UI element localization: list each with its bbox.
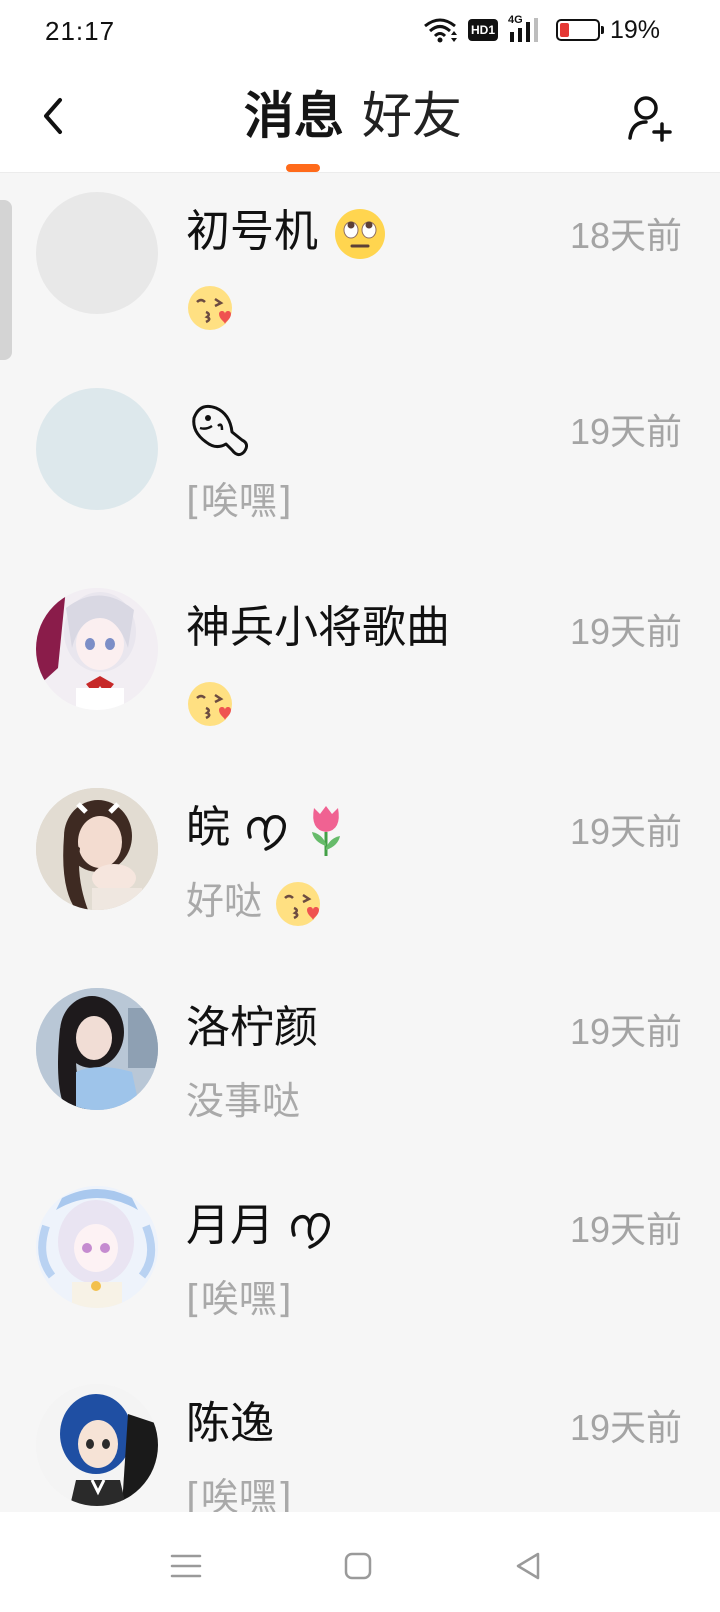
chat-name-text: 皖 — [186, 802, 230, 853]
chat-name-text: 初号机 — [186, 206, 318, 257]
battery-icon — [556, 19, 604, 41]
chat-name: 洛柠颜 — [186, 998, 318, 1058]
chat-time: 18天前 — [569, 215, 682, 256]
scrollbar-thumb[interactable] — [0, 200, 12, 360]
avatar — [36, 388, 158, 510]
girl-photo-avatar-image — [36, 988, 158, 1110]
chevron-left-icon[interactable] — [34, 92, 74, 140]
chat-name-text: 洛柠颜 — [186, 1002, 318, 1053]
chat-name: 皖 — [186, 798, 348, 858]
heart-script-icon — [291, 1212, 330, 1249]
status-icons: HD1 4G 19% — [422, 14, 662, 46]
kiss-wink-emoji-icon — [276, 881, 321, 926]
anime-boy-avatar-image — [36, 1384, 158, 1506]
home-square-icon[interactable] — [338, 1546, 378, 1586]
tab-active-indicator — [286, 164, 320, 172]
menu-icon[interactable] — [166, 1546, 206, 1586]
system-nav-bar — [0, 1512, 720, 1612]
anime-girl-avatar-image — [36, 588, 158, 710]
chat-name-text: 陈逸 — [186, 1398, 274, 1449]
network-label: 4G — [508, 14, 523, 26]
chat-name: 月月 — [186, 1196, 334, 1256]
girl-photo-avatar-image — [36, 788, 158, 910]
chat-message — [186, 278, 234, 332]
chat-time: 19天前 — [569, 1209, 682, 1250]
add-user-icon[interactable] — [626, 94, 674, 144]
eye-roll-emoji-icon — [335, 209, 385, 259]
chat-name: 神兵小将歌曲 — [186, 598, 450, 658]
chat-message — [186, 674, 234, 728]
hd-label: HD1 — [470, 23, 495, 37]
chat-time: 19天前 — [569, 411, 682, 452]
heart-script-icon — [247, 814, 286, 851]
battery-percent: 19% — [610, 16, 661, 44]
status-bar: 21:17 HD1 4G 19% — [0, 0, 720, 68]
hd-icon: HD1 — [468, 19, 498, 41]
chat-item[interactable]: 洛柠颜 19天前 没事哒 — [0, 968, 720, 1168]
chat-item[interactable]: 月月 19天前 [唉嘿] — [0, 1166, 720, 1366]
chat-list[interactable]: 初号机 18天前 19天前 [唉嘿] 神兵小将歌曲 19天前 皖 19天前 好哒… — [0, 172, 720, 1512]
chat-item[interactable]: 神兵小将歌曲 19天前 — [0, 568, 720, 768]
avatar — [36, 588, 158, 710]
header: 消息 好友 — [0, 68, 720, 173]
tulip-emoji-icon — [312, 806, 340, 856]
chat-message: 好哒 — [186, 874, 322, 928]
status-time: 21:17 — [45, 16, 116, 46]
chat-item[interactable]: 19天前 [唉嘿] — [0, 368, 720, 568]
chat-name — [186, 398, 254, 462]
chat-name-text: 神兵小将歌曲 — [186, 602, 450, 653]
chat-message: [唉嘿] — [186, 1277, 292, 1321]
tab-friends[interactable]: 好友 — [362, 84, 462, 148]
chat-time: 19天前 — [569, 1407, 682, 1448]
chat-item[interactable]: 陈逸 19天前 [唉嘿] — [0, 1364, 720, 1512]
back-triangle-icon[interactable] — [508, 1546, 548, 1586]
chat-item[interactable]: 初号机 18天前 — [0, 172, 720, 372]
chat-time: 19天前 — [569, 811, 682, 852]
chat-time: 19天前 — [569, 1011, 682, 1052]
avatar — [36, 1186, 158, 1308]
chat-item[interactable]: 皖 19天前 好哒 — [0, 768, 720, 968]
chat-message: 没事哒 — [186, 1079, 301, 1123]
wifi-icon — [424, 18, 457, 43]
chat-message-text: 好哒 — [186, 879, 263, 923]
kiss-wink-emoji-icon — [188, 681, 232, 726]
kiss-wink-emoji-icon — [188, 285, 232, 330]
avatar — [36, 1384, 158, 1506]
chat-message: [唉嘿] — [186, 479, 292, 523]
chat-name: 陈逸 — [186, 1394, 274, 1454]
chat-message: [唉嘿] — [186, 1475, 292, 1512]
avatar — [36, 788, 158, 910]
signal-icon: 4G — [508, 14, 544, 44]
cartoon-fish-emoji-icon — [192, 404, 249, 457]
chat-name-text: 月月 — [186, 1200, 274, 1251]
anime-girl-avatar-image — [36, 1186, 158, 1308]
chat-time: 19天前 — [569, 611, 682, 652]
chat-name: 初号机 — [186, 202, 388, 262]
avatar — [36, 192, 158, 314]
tab-messages[interactable]: 消息 — [244, 84, 344, 148]
avatar — [36, 988, 158, 1110]
